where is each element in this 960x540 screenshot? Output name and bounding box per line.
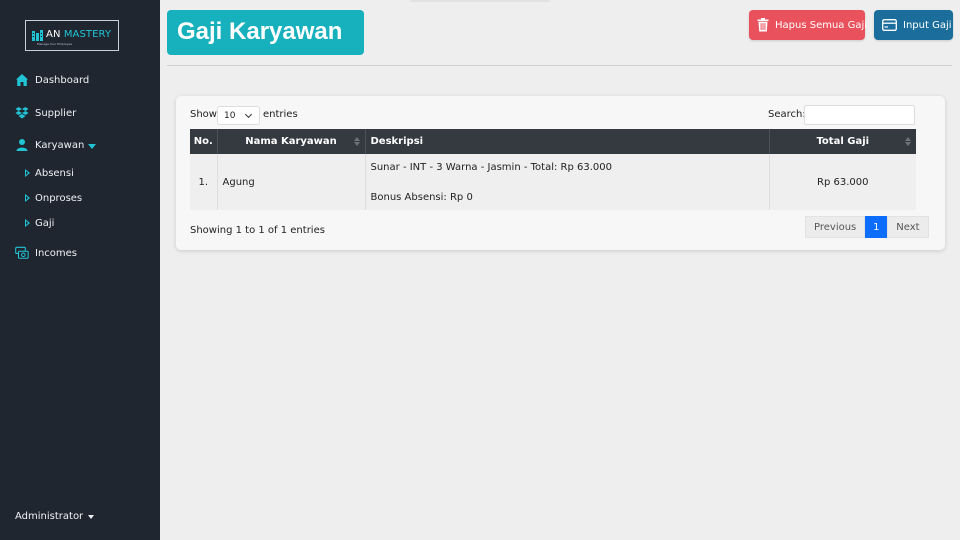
header-divider: [167, 65, 952, 66]
sidebar-subitem-gaji[interactable]: Gaji: [25, 216, 54, 230]
chevron-down-icon: [244, 110, 253, 119]
caret-right-icon: [25, 169, 30, 177]
sort-icon: [353, 137, 360, 147]
caret-right-icon: [25, 219, 30, 227]
trash-icon: [757, 18, 769, 32]
search-label: Search:: [768, 109, 806, 120]
description-line: Sunar - INT - 3 Warna - Jasmin - Total: …: [370, 161, 613, 173]
house-icon: [15, 73, 29, 87]
sidebar-subitem-absensi[interactable]: Absensi: [25, 166, 74, 180]
sidebar-subitem-onproses[interactable]: Onproses: [25, 191, 82, 205]
sidebar-item-label: Karyawan: [35, 139, 85, 151]
previous-page-button[interactable]: Previous: [805, 216, 866, 238]
description-line: Bonus Absensi: Rp 0: [370, 191, 473, 203]
entries-label: entries: [263, 109, 298, 120]
cell-nama: Agung: [217, 154, 366, 210]
table-row: 1. Agung Sunar - INT - 3 Warna - Jasmin …: [190, 154, 916, 210]
column-header-label: No.: [193, 136, 213, 147]
page-title: Gaji Karyawan: [177, 18, 343, 45]
brand-accent: MASTERY: [63, 29, 112, 40]
column-header-label: Total Gaji: [816, 136, 870, 147]
column-header-label: Nama Karyawan: [245, 136, 337, 147]
column-header-deskripsi[interactable]: Deskripsi: [365, 129, 770, 154]
chevron-down-icon[interactable]: [88, 143, 97, 149]
button-label: Input Gaji: [903, 19, 952, 31]
sidebar-item-label: Supplier: [35, 107, 77, 119]
sidebar-subitem-label: Absensi: [35, 167, 74, 179]
sidebar-item-incomes[interactable]: Incomes: [15, 245, 77, 261]
pagination: Previous 1 Next: [805, 216, 929, 238]
brand-logo[interactable]: AN MASTERY Manage Your Employee: [25, 20, 119, 51]
input-salary-button[interactable]: Input Gaji: [874, 10, 953, 40]
caret-right-icon: [25, 194, 30, 202]
brand-name: AN MASTERY: [46, 29, 111, 40]
salary-table: No. Nama Karyawan Deskripsi Total Gaji 1…: [190, 129, 916, 210]
sort-icon: [905, 137, 911, 147]
chevron-down-icon: [88, 514, 95, 519]
user-name: Administrator: [15, 511, 84, 522]
delete-all-salary-button[interactable]: Hapus Semua Gaji: [749, 10, 868, 40]
person-icon: [15, 138, 29, 152]
show-label: Show: [190, 109, 217, 120]
sidebar: AN MASTERY Manage Your Employee Dashboar…: [0, 0, 160, 540]
page-1-button[interactable]: 1: [865, 216, 888, 238]
page-size-value: 10: [224, 111, 236, 121]
sidebar-subitem-label: Gaji: [35, 217, 55, 229]
wallet-icon: [882, 19, 897, 31]
top-edge: [410, 0, 550, 2]
dropbox-icon: [15, 106, 29, 120]
sidebar-item-supplier[interactable]: Supplier: [15, 105, 76, 121]
page-title-box: Gaji Karyawan: [167, 10, 364, 55]
cell-no: 1.: [190, 154, 218, 210]
building-icon: [32, 30, 43, 41]
search-input[interactable]: [804, 105, 915, 125]
cash-stack-icon: [15, 246, 29, 260]
cell-deskripsi: Sunar - INT - 3 Warna - Jasmin - Total: …: [365, 154, 770, 210]
brand-tagline: Manage Your Employee: [37, 42, 73, 46]
column-header-total-gaji[interactable]: Total Gaji: [769, 129, 916, 154]
user-menu[interactable]: Administrator: [15, 511, 95, 522]
sidebar-item-label: Dashboard: [35, 74, 90, 86]
column-header-no[interactable]: No.: [190, 129, 218, 154]
sidebar-item-karyawan[interactable]: Karyawan: [15, 137, 97, 153]
sidebar-item-label: Incomes: [35, 247, 78, 259]
table-info: Showing 1 to 1 of 1 entries: [190, 225, 325, 236]
sidebar-item-dashboard[interactable]: Dashboard: [15, 72, 89, 88]
salary-table-card: Show 10 entries Search: No. Nama Karyawa…: [176, 96, 945, 250]
cell-total: Rp 63.000: [769, 154, 916, 210]
next-page-button[interactable]: Next: [887, 216, 929, 238]
column-header-label: Deskripsi: [370, 136, 424, 147]
brand-prefix: AN: [46, 29, 61, 40]
table-header-row: No. Nama Karyawan Deskripsi Total Gaji: [190, 129, 916, 154]
page-size-select[interactable]: 10: [217, 106, 260, 125]
button-label: Hapus Semua Gaji: [775, 19, 868, 31]
column-header-nama-karyawan[interactable]: Nama Karyawan: [217, 129, 366, 154]
sidebar-subitem-label: Onproses: [35, 192, 83, 204]
